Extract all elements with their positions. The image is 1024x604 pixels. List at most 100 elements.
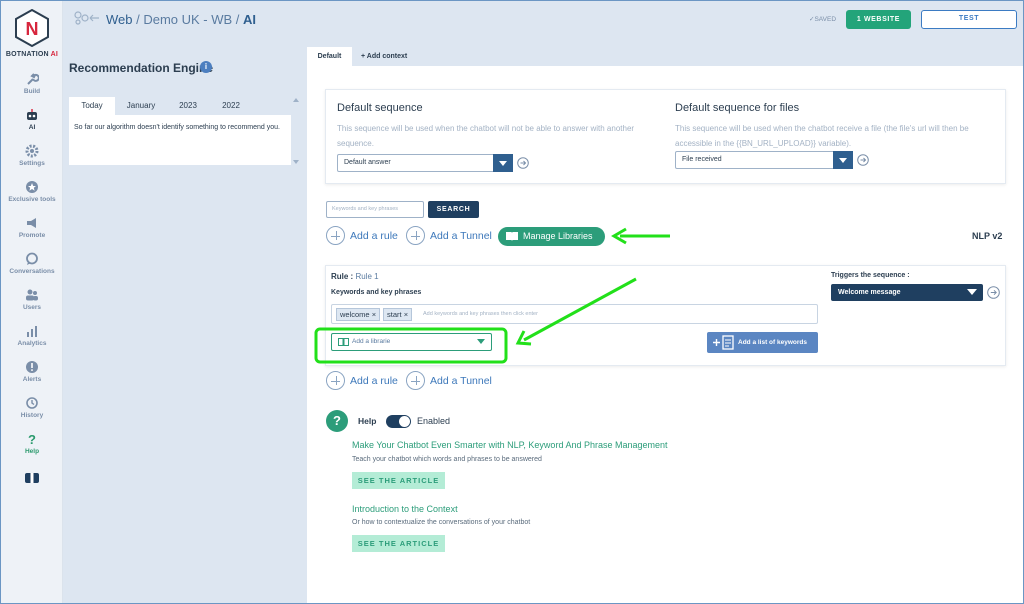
breadcrumb: Web / Demo UK - WB / AI <box>106 12 256 27</box>
nav-label: Settings <box>19 160 45 167</box>
chevron-down-icon <box>477 339 485 344</box>
manage-libraries-label: Manage Libraries <box>523 231 593 241</box>
chevron-down-icon <box>493 154 513 172</box>
file-sequence-description: This sequence will be used when the chat… <box>675 124 969 148</box>
add-tunnel-label: Add a Tunnel <box>430 230 492 242</box>
add-library-select[interactable]: Add a librarie <box>331 333 492 351</box>
file-sequence-value: File received <box>682 156 722 163</box>
breadcrumb-bot[interactable]: Demo UK - WB <box>143 12 232 27</box>
add-tunnel-button[interactable]: Add a Tunnel <box>406 226 492 246</box>
add-rule-button[interactable]: Add a rule <box>326 371 398 391</box>
recommendation-message: So far our algorithm doesn't identify so… <box>69 115 291 165</box>
article-title[interactable]: Introduction to the Context <box>352 504 458 514</box>
add-rule-button[interactable]: Add a rule <box>326 226 398 246</box>
tab-today[interactable]: Today <box>69 97 115 115</box>
saved-status: ✓SAVED <box>809 15 836 23</box>
keyword-tag-text: start <box>387 310 402 319</box>
saved-label: SAVED <box>814 16 837 23</box>
article-description: Or how to contextualize the conversation… <box>352 519 531 526</box>
nav-item-users[interactable]: Users <box>1 288 63 311</box>
star-icon <box>26 181 38 193</box>
add-library-label: Add a librarie <box>352 338 391 345</box>
rule-name[interactable]: Rule 1 <box>355 272 378 281</box>
file-sequence-title: Default sequence for files <box>675 102 800 114</box>
add-keyword-list-button[interactable]: Add a list of keywords <box>707 332 818 353</box>
chevron-down-icon <box>833 151 853 169</box>
flow-icon <box>74 11 99 25</box>
chevron-down-icon <box>967 289 977 295</box>
default-sequence-value: Default answer <box>344 159 391 166</box>
nav-item-promote[interactable]: Promote <box>1 216 63 239</box>
help-toggle[interactable] <box>386 415 411 428</box>
add-file-icon <box>713 335 734 350</box>
top-bar: Web / Demo UK - WB / AI ✓SAVED 1 WEBSITE… <box>64 1 1023 41</box>
default-sequence-description: This sequence will be used when the chat… <box>337 124 635 148</box>
website-button[interactable]: 1 WEBSITE <box>846 10 911 29</box>
tab-2023[interactable]: 2023 <box>169 97 207 115</box>
keyword-tag-text: welcome <box>340 310 370 319</box>
search-button[interactable]: SEARCH <box>428 201 479 218</box>
botnation-logo[interactable]: N <box>15 9 49 47</box>
nav-label: Alerts <box>22 376 42 383</box>
nav-item-exclusive-tools[interactable]: Exclusive tools <box>1 180 63 203</box>
brand-name: BOTNATION AI <box>1 51 63 58</box>
nav-label: Conversations <box>9 268 55 275</box>
nav-item-ai[interactable]: AI <box>1 108 63 131</box>
brand-name-b: AI <box>48 51 59 58</box>
left-navigation: N BOTNATION AI Build AI Settings Exclusi… <box>1 1 63 603</box>
article-description: Teach your chatbot which words and phras… <box>352 456 542 463</box>
nav-item-conversations[interactable]: Conversations <box>1 252 63 275</box>
svg-text:?: ? <box>28 432 36 446</box>
nav-item-alerts[interactable]: Alerts <box>1 360 63 383</box>
book-icon <box>338 338 349 346</box>
nav-item-help[interactable]: ? Help <box>1 432 63 455</box>
nav-item-analytics[interactable]: Analytics <box>1 324 63 347</box>
trigger-sequence-select[interactable]: Welcome message <box>831 284 983 301</box>
nav-item-settings[interactable]: Settings <box>1 144 63 167</box>
keyword-search-input[interactable]: Keywords and key phrases <box>326 201 424 218</box>
test-button[interactable]: TEST <box>921 10 1017 29</box>
close-icon[interactable]: × <box>404 310 408 319</box>
breadcrumb-separator: / <box>132 12 144 27</box>
help-label: Help <box>358 416 377 426</box>
chat-icon <box>26 252 38 265</box>
tab-2022[interactable]: 2022 <box>212 97 250 115</box>
chart-icon <box>27 326 37 337</box>
nav-label: AI <box>28 124 36 131</box>
go-to-sequence-icon[interactable] <box>857 154 869 166</box>
wrench-icon <box>27 73 39 85</box>
manage-libraries-button[interactable]: Manage Libraries <box>498 227 605 246</box>
megaphone-icon <box>27 218 36 228</box>
nav-item-history[interactable]: History <box>1 396 63 419</box>
see-article-button[interactable]: SEE THE ARTICLE <box>352 472 445 489</box>
nav-label: Analytics <box>17 340 47 347</box>
nav-label: History <box>20 412 44 419</box>
breadcrumb-web[interactable]: Web <box>106 12 133 27</box>
users-icon <box>26 289 38 301</box>
default-sequence-title: Default sequence <box>337 102 423 114</box>
uk-flag-icon[interactable] <box>25 473 39 483</box>
article-title[interactable]: Make Your Chatbot Even Smarter with NLP,… <box>352 440 668 450</box>
nav-label: Promote <box>18 232 46 239</box>
robot-icon <box>27 109 37 120</box>
breadcrumb-current: AI <box>243 12 257 27</box>
history-icon <box>26 397 38 409</box>
add-context-tab[interactable]: + Add context <box>361 47 407 67</box>
add-tunnel-button[interactable]: Add a Tunnel <box>406 371 492 391</box>
nav-label: Exclusive tools <box>8 196 56 203</box>
tab-default-context[interactable]: Default <box>307 47 352 67</box>
tab-january[interactable]: January <box>119 97 163 115</box>
go-to-sequence-icon[interactable] <box>517 157 529 169</box>
see-article-button[interactable]: SEE THE ARTICLE <box>352 535 445 552</box>
info-icon[interactable]: i <box>200 61 212 73</box>
keywords-input[interactable]: welcome × start × Add keywords and key p… <box>331 304 818 324</box>
scrollbar[interactable] <box>293 97 299 165</box>
file-sequence-select[interactable]: File received <box>675 151 853 169</box>
default-sequence-select[interactable]: Default answer <box>337 154 513 172</box>
go-to-sequence-icon[interactable] <box>987 286 1000 299</box>
triggers-label: Triggers the sequence : <box>831 272 910 279</box>
close-icon[interactable]: × <box>372 310 376 319</box>
add-keyword-list-label: Add a list of keywords <box>738 339 807 346</box>
nav-item-build[interactable]: Build <box>1 72 63 95</box>
plus-icon <box>326 371 345 390</box>
